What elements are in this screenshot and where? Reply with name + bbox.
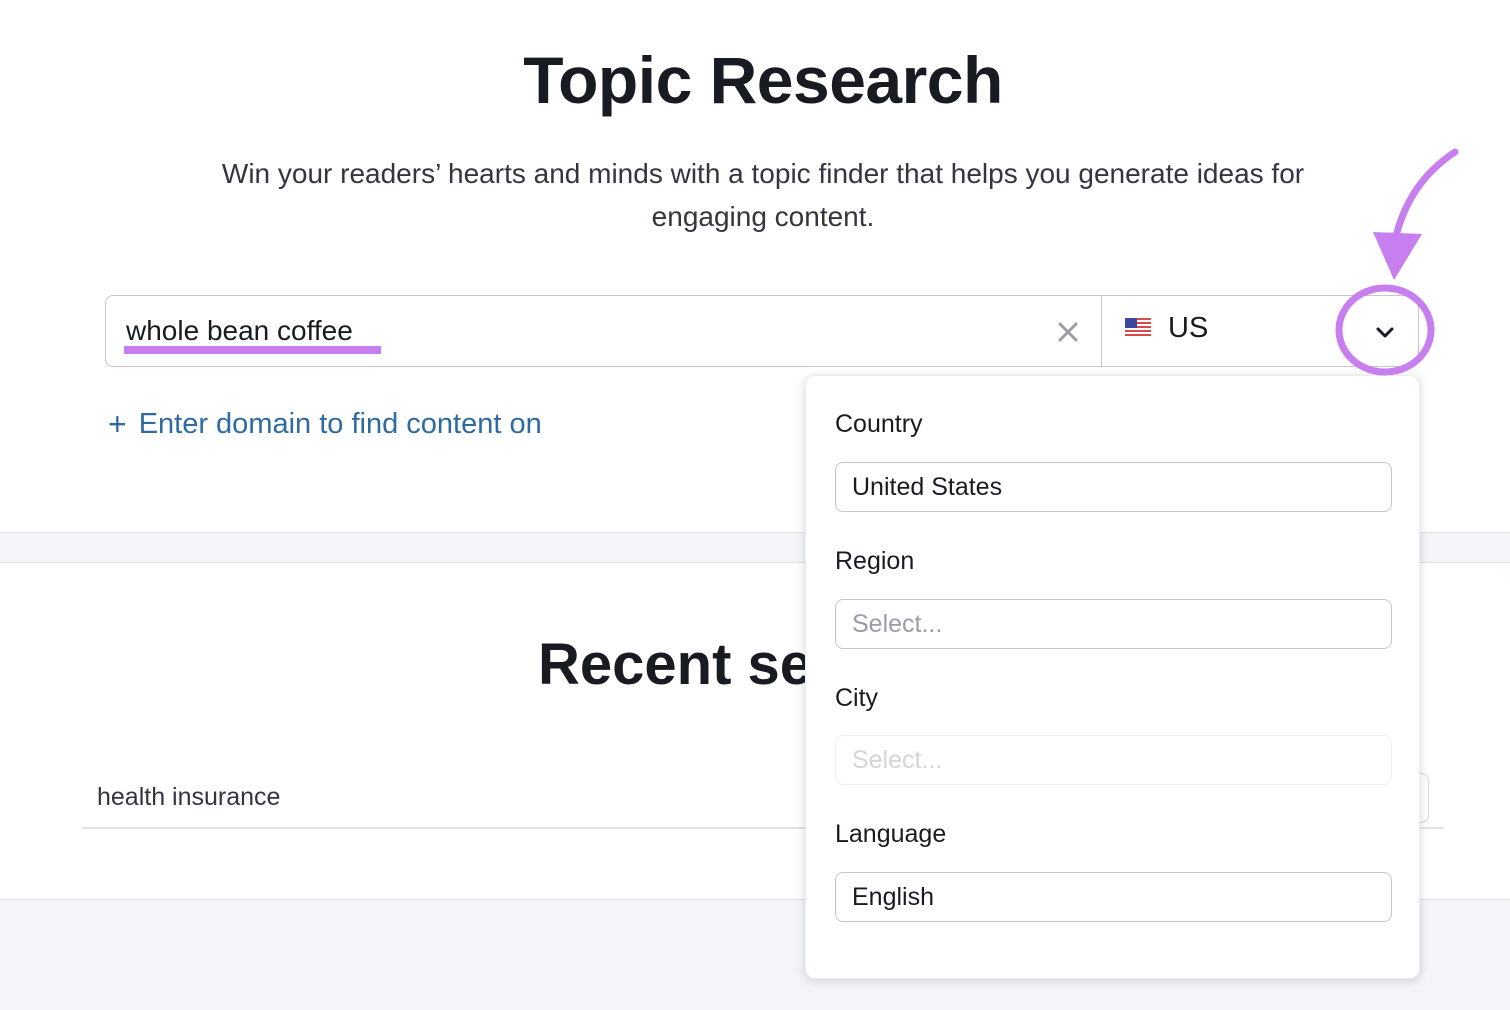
search-divider (1101, 296, 1102, 366)
language-label: Language (835, 820, 947, 848)
underline-annotation (124, 346, 381, 354)
location-dropdown: Country United States Region Select... C… (805, 375, 1420, 979)
add-domain-label: Enter domain to find content on (138, 408, 542, 440)
clear-button[interactable] (1052, 316, 1084, 348)
plus-icon: + (108, 406, 127, 442)
region-select[interactable]: Select... (835, 599, 1392, 649)
country-label: Country (835, 410, 923, 438)
chevron-down-icon (1376, 327, 1394, 338)
add-domain-link[interactable]: + Enter domain to find content on (108, 406, 542, 443)
region-label: Region (835, 547, 915, 575)
country-select[interactable]: United States (835, 462, 1392, 512)
location-dropdown-toggle[interactable] (1366, 316, 1404, 350)
page-subtitle: Win your readers’ hearts and minds with … (221, 158, 1305, 232)
city-label: City (835, 684, 879, 712)
us-flag-icon (1125, 318, 1151, 336)
close-icon (1058, 322, 1078, 342)
recent-search-keyword: health insurance (97, 783, 281, 811)
language-select[interactable]: English (835, 872, 1392, 922)
city-select[interactable]: Select... (835, 735, 1392, 785)
page-title: Topic Research (523, 43, 1003, 117)
search-bar (105, 295, 1419, 367)
country-code[interactable]: US (1168, 312, 1208, 345)
